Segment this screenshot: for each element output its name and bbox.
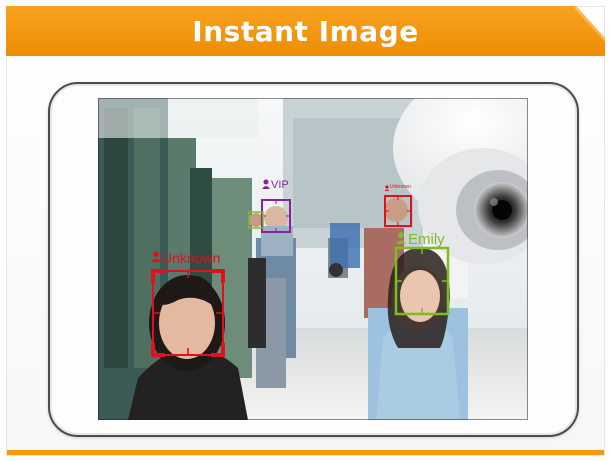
label-unknown-left: Unknown: [162, 250, 221, 266]
label-emily: Emily: [408, 231, 445, 248]
camera-view: Unknown VIP Unknown Emily: [98, 98, 528, 420]
label-vip: VIP: [271, 179, 289, 191]
header-banner: Instant Image: [6, 6, 605, 56]
label-unknown-back: Unknown: [390, 184, 411, 190]
page-title: Instant Image: [192, 14, 419, 48]
card-bottom-accent: [7, 450, 604, 455]
